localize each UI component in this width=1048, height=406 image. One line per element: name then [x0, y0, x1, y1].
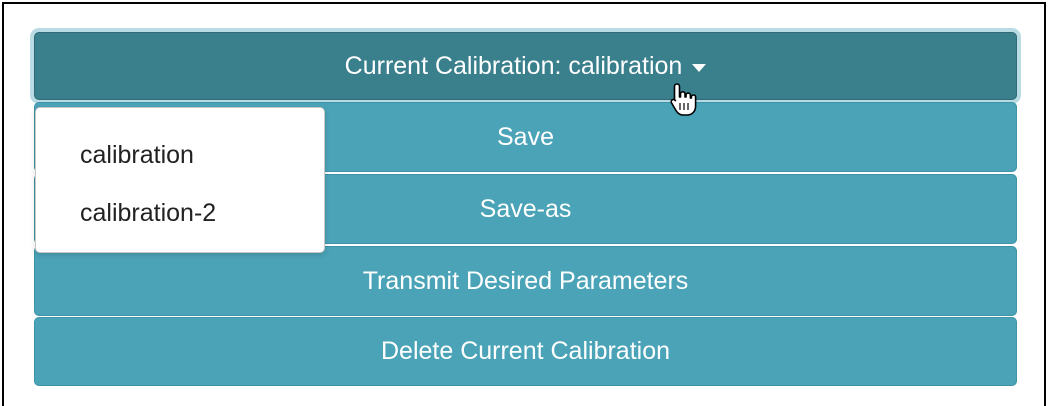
current-calibration-dropdown-toggle[interactable]: Current Calibration: calibration [34, 32, 1017, 100]
dropdown-item-calibration[interactable]: calibration [80, 141, 194, 170]
calibration-dropdown-menu: calibration calibration-2 [35, 107, 325, 253]
caret-down-icon [692, 63, 707, 72]
save-as-button-label: Save-as [479, 194, 572, 223]
hand-pointer-icon [670, 83, 697, 116]
save-button-label: Save [497, 122, 554, 151]
transmit-parameters-button[interactable]: Transmit Desired Parameters [34, 246, 1017, 316]
delete-calibration-button[interactable]: Delete Current Calibration [34, 317, 1017, 386]
dropdown-item-calibration-2[interactable]: calibration-2 [80, 199, 216, 228]
delete-calibration-button-label: Delete Current Calibration [380, 337, 671, 365]
transmit-parameters-button-label: Transmit Desired Parameters [362, 266, 689, 295]
current-calibration-label: Current Calibration: calibration [344, 51, 683, 80]
